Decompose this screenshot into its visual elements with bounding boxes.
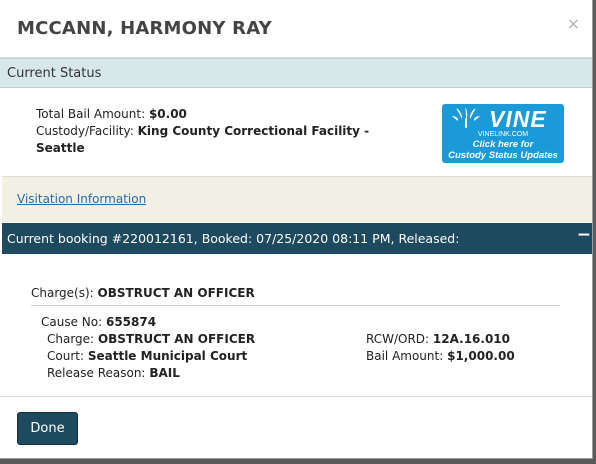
- rcw-row: RCW/ORD: 12A.16.010: [366, 331, 515, 348]
- booking-dialog: MCCANN, HARMONY RAY × Current Status Tot…: [0, 0, 593, 459]
- current-status-label: Current Status: [7, 66, 102, 81]
- charges-row: Charge(s): OBSTRUCT AN OFFICER: [31, 286, 255, 300]
- custody-value-line1: King County Correctional Facility -: [137, 124, 370, 138]
- charge-value: OBSTRUCT AN OFFICER: [97, 332, 256, 346]
- charge-row: Charge: OBSTRUCT AN OFFICER: [41, 331, 255, 348]
- rcw-label: RCW/ORD:: [366, 332, 430, 346]
- custody-row-cont: Seattle: [36, 140, 369, 157]
- case-details: Cause No: 655874 Charge: OBSTRUCT AN OFF…: [41, 314, 255, 382]
- dialog-header: MCCANN, HARMONY RAY ×: [0, 0, 592, 58]
- vine-cta-line1: Click here for: [472, 139, 534, 150]
- release-label: Release Reason:: [47, 366, 146, 380]
- vine-cta-line2: Custody Status Updates: [448, 150, 558, 161]
- court-row: Court: Seattle Municipal Court: [41, 348, 255, 365]
- dialog-footer: Done: [0, 396, 592, 458]
- custody-value-line2: Seattle: [36, 141, 85, 155]
- vine-logo: VINE: [442, 105, 564, 132]
- cause-value: 655874: [105, 315, 157, 329]
- total-bail-label: Total Bail Amount:: [36, 107, 146, 121]
- vine-custody-updates-button[interactable]: VINE VINELINK.COM Click here for Custody…: [442, 104, 564, 163]
- court-value: Seattle Municipal Court: [87, 349, 248, 363]
- total-bail-row: Total Bail Amount: $0.00: [36, 106, 369, 123]
- charge-label: Charge:: [47, 332, 95, 346]
- booking-header-text: Current booking #220012161, Booked: 07/2…: [7, 231, 460, 246]
- close-icon[interactable]: ×: [567, 14, 580, 33]
- charges-value: OBSTRUCT AN OFFICER: [97, 286, 255, 300]
- release-row: Release Reason: BAIL: [41, 365, 255, 382]
- custody-row: Custody/Facility: King County Correction…: [36, 123, 369, 140]
- rcw-value: 12A.16.010: [432, 332, 510, 346]
- booking-header[interactable]: Current booking #220012161, Booked: 07/2…: [2, 223, 592, 254]
- status-info: Total Bail Amount: $0.00 Custody/Facilit…: [36, 106, 369, 157]
- vine-logo-text: VINE: [489, 106, 547, 132]
- bail-amount-value: $1,000.00: [447, 349, 515, 363]
- inmate-name-title: MCCANN, HARMONY RAY: [17, 18, 272, 39]
- current-status-header: Current Status: [0, 58, 592, 88]
- vine-site-text: VINELINK.COM: [477, 131, 529, 138]
- charges-label: Charge(s):: [31, 286, 94, 300]
- bail-amount-row: Bail Amount: $1,000.00: [366, 348, 515, 365]
- court-label: Court:: [47, 349, 85, 363]
- bail-amount-label: Bail Amount:: [366, 349, 444, 363]
- cause-row: Cause No: 655874: [41, 314, 255, 331]
- visitation-information-link[interactable]: Visitation Information: [17, 192, 146, 206]
- collapse-icon[interactable]: −: [577, 225, 591, 245]
- cause-label: Cause No:: [41, 315, 103, 329]
- vine-cta: Click here for Custody Status Updates: [442, 139, 564, 161]
- visitation-section: Visitation Information: [2, 176, 592, 222]
- done-button[interactable]: Done: [17, 412, 78, 445]
- charges-divider: [31, 305, 560, 306]
- case-details-right: RCW/ORD: 12A.16.010 Bail Amount: $1,000.…: [366, 331, 515, 365]
- release-value: BAIL: [149, 366, 180, 380]
- total-bail-value: $0.00: [148, 107, 187, 121]
- custody-label: Custody/Facility:: [36, 124, 134, 138]
